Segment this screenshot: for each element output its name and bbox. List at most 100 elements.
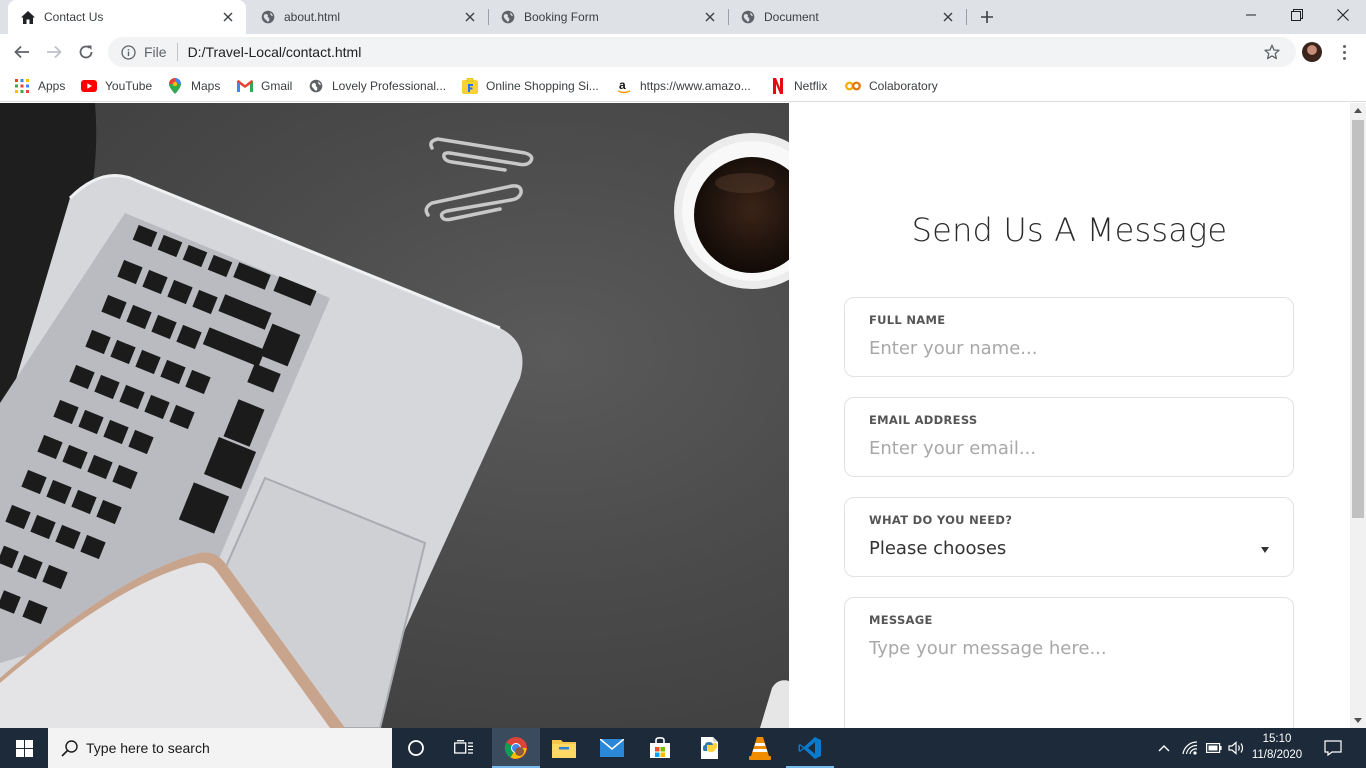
- need-select[interactable]: Please chooses: [869, 538, 1269, 559]
- close-tab-icon[interactable]: [220, 9, 236, 25]
- home-icon: [20, 9, 36, 25]
- bookmark-label: Apps: [38, 79, 66, 93]
- maps-icon: [167, 78, 183, 94]
- forward-button[interactable]: [40, 38, 68, 66]
- url-text[interactable]: D:/Travel-Local/contact.html: [188, 44, 362, 60]
- new-tab-button[interactable]: [976, 7, 998, 27]
- restore-icon[interactable]: [1274, 0, 1320, 30]
- bookmark-colaboratory[interactable]: Colaboratory: [845, 76, 938, 96]
- taskbar-python-files[interactable]: [686, 728, 734, 768]
- tab-title: about.html: [284, 10, 341, 24]
- reload-button[interactable]: [72, 38, 100, 66]
- globe-icon: [740, 9, 756, 25]
- tab-booking-form[interactable]: Booking Form: [488, 0, 729, 34]
- email-input[interactable]: [869, 438, 1269, 459]
- form-title: Send Us A Message: [911, 211, 1228, 249]
- bookmark-lovely-professional[interactable]: Lovely Professional...: [308, 76, 446, 96]
- globe-icon: [308, 78, 324, 94]
- tab-strip: Contact Us about.html Booking Form Docum…: [0, 0, 1366, 34]
- bookmark-star-icon[interactable]: [1264, 44, 1280, 60]
- scroll-up-arrow-icon[interactable]: [1354, 108, 1362, 113]
- browser-toolbar: File D:/Travel-Local/contact.html: [0, 34, 1366, 70]
- bookmark-label: Netflix: [794, 79, 828, 93]
- colab-icon: [845, 78, 861, 94]
- bookmark-label: Gmail: [261, 79, 293, 93]
- apps-grid-icon: [14, 78, 30, 94]
- info-icon[interactable]: [120, 44, 136, 60]
- bookmark-label: Online Shopping Si...: [486, 79, 599, 93]
- laptop-desk-illustration: [0, 103, 789, 728]
- bookmark-maps[interactable]: Maps: [167, 76, 220, 96]
- tab-title: Booking Form: [524, 10, 599, 24]
- close-tab-icon[interactable]: [462, 9, 478, 25]
- scrollbar-thumb[interactable]: [1352, 120, 1364, 518]
- notification-icon[interactable]: [1320, 728, 1346, 768]
- tab-title: Contact Us: [44, 10, 104, 24]
- close-tab-icon[interactable]: [702, 9, 718, 25]
- bookmark-label: Lovely Professional...: [332, 79, 447, 93]
- vscode-icon: [798, 737, 821, 759]
- page-scrollbar[interactable]: [1350, 103, 1366, 728]
- python-file-icon: [701, 737, 718, 759]
- start-button[interactable]: [0, 728, 48, 768]
- full-name-field: FULL NAME: [844, 297, 1294, 377]
- search-icon: [60, 738, 80, 758]
- chrome-icon: [504, 737, 527, 759]
- mail-icon: [600, 739, 624, 757]
- full-name-label: FULL NAME: [869, 313, 946, 327]
- full-name-input[interactable]: [869, 338, 1269, 359]
- taskbar-chrome[interactable]: [492, 728, 540, 768]
- menu-kebab-icon[interactable]: [1336, 42, 1352, 62]
- globe-icon: [500, 9, 516, 25]
- desk-photo: [0, 103, 789, 728]
- bookmark-youtube[interactable]: YouTube: [81, 76, 152, 96]
- taskbar-store[interactable]: [636, 728, 684, 768]
- task-view-icon: [454, 740, 473, 754]
- back-button[interactable]: [8, 38, 36, 66]
- bookmark-gmail[interactable]: Gmail: [237, 76, 292, 96]
- close-window-icon[interactable]: [1320, 0, 1366, 30]
- tab-document[interactable]: Document: [728, 0, 967, 34]
- taskbar-clock[interactable]: 15:10 11/8/2020: [1248, 731, 1306, 763]
- tab-about[interactable]: about.html: [248, 0, 489, 34]
- tray-overflow-chevron-icon[interactable]: [1154, 728, 1174, 768]
- tab-contact-us[interactable]: Contact Us: [8, 0, 246, 34]
- message-field: MESSAGE: [844, 597, 1294, 728]
- battery-icon[interactable]: [1204, 728, 1224, 768]
- volume-icon[interactable]: [1227, 728, 1247, 768]
- bookmark-apps[interactable]: Apps: [14, 76, 65, 96]
- store-bag-icon: [650, 737, 670, 758]
- minimize-icon[interactable]: [1228, 0, 1274, 30]
- scroll-down-arrow-icon[interactable]: [1354, 718, 1362, 723]
- address-bar[interactable]: File D:/Travel-Local/contact.html: [108, 37, 1296, 67]
- bookmark-label: Colaboratory: [869, 79, 938, 93]
- taskbar-vlc[interactable]: [736, 728, 784, 768]
- bookmark-netflix[interactable]: Netflix: [770, 76, 827, 96]
- globe-icon: [260, 9, 276, 25]
- taskbar-search-box[interactable]: Type here to search: [48, 728, 392, 768]
- page-viewport: Send Us A Message FULL NAME EMAIL ADDRES…: [0, 103, 1350, 728]
- profile-avatar[interactable]: [1302, 42, 1322, 62]
- folder-icon: [552, 740, 576, 758]
- clock-time: 15:10: [1262, 733, 1292, 745]
- amazon-icon: a: [616, 78, 632, 94]
- close-tab-icon[interactable]: [940, 9, 956, 25]
- taskbar-mail[interactable]: [588, 728, 636, 768]
- message-textarea[interactable]: [869, 638, 1269, 718]
- task-view-button[interactable]: [440, 728, 488, 768]
- bookmark-online-shopping[interactable]: Online Shopping Si...: [462, 76, 599, 96]
- svg-text:a: a: [619, 78, 626, 92]
- bookmarks-bar: Apps YouTube Maps Gmail Lovely Professio…: [0, 70, 1366, 102]
- taskbar-vscode[interactable]: [786, 728, 834, 768]
- dropdown-arrow-icon[interactable]: [1261, 547, 1269, 553]
- clock-date: 11/8/2020: [1251, 749, 1303, 761]
- vlc-cone-icon: [749, 737, 771, 760]
- bookmark-amazon[interactable]: a https://www.amazo...: [616, 76, 751, 96]
- url-scheme: File: [144, 44, 167, 60]
- message-label: MESSAGE: [869, 613, 933, 627]
- cortana-button[interactable]: [392, 728, 440, 768]
- windows-logo-icon: [15, 739, 33, 757]
- wifi-icon[interactable]: [1180, 728, 1200, 768]
- taskbar-file-explorer[interactable]: [540, 728, 588, 768]
- windows-taskbar: Type here to search 15:10 11/8/2020: [0, 728, 1366, 768]
